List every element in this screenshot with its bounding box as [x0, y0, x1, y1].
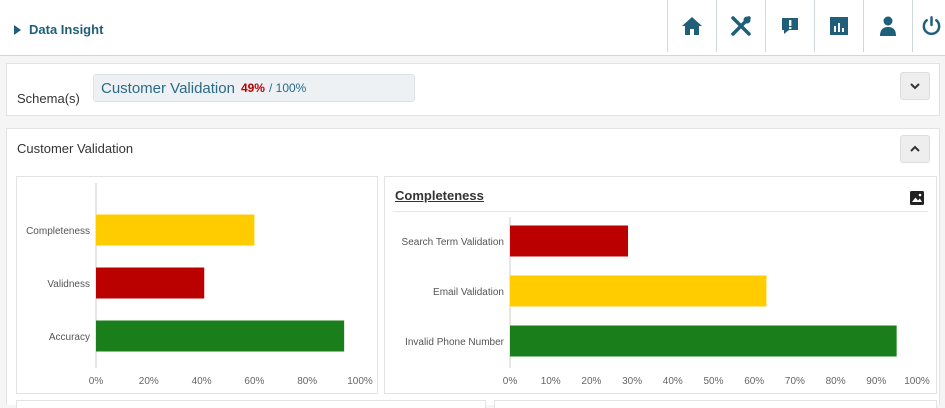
caret-right-icon	[14, 24, 21, 35]
bar	[510, 225, 629, 257]
tick-label: 100%	[347, 376, 373, 387]
category-label: Email Validation	[433, 287, 504, 298]
user-button[interactable]	[863, 0, 912, 52]
tick-label: 20%	[581, 376, 601, 387]
category-label: Completeness	[26, 226, 90, 237]
category-label: Invalid Phone Number	[405, 337, 505, 348]
schema-expand-button[interactable]	[900, 72, 930, 100]
section-collapse-button[interactable]	[900, 135, 930, 163]
chevron-up-icon	[910, 145, 920, 152]
home-button[interactable]	[667, 0, 716, 52]
schema-total: / 100%	[268, 81, 307, 95]
alert-icon	[782, 18, 798, 34]
tick-label: 0%	[503, 376, 518, 387]
schema-label: Schema(s)	[17, 91, 80, 106]
category-label: Search Term Validation	[402, 237, 504, 248]
bar	[510, 275, 767, 307]
tick-label: 60%	[244, 376, 264, 387]
section-title: Customer Validation	[17, 141, 134, 156]
tick-label: 60%	[744, 376, 764, 387]
schema-card: Schema(s) Customer Validation 49% / 100%	[6, 63, 940, 116]
alerts-button[interactable]	[765, 0, 814, 52]
category-label: Accuracy	[49, 332, 90, 343]
bar	[96, 320, 345, 352]
category-label: Validness	[47, 279, 90, 290]
next-panel-left	[16, 400, 486, 408]
tick-label: 20%	[139, 376, 159, 387]
tools-icon	[731, 16, 751, 36]
breadcrumb[interactable]: Data Insight	[14, 22, 103, 37]
tick-label: 100%	[904, 376, 930, 387]
tick-label: 10%	[541, 376, 561, 387]
top-bar: Data Insight	[0, 0, 945, 56]
tick-label: 30%	[622, 376, 642, 387]
home-icon	[682, 17, 702, 35]
completeness-chart-panel: Completeness Search Term Validation Email…	[384, 176, 937, 394]
completeness-bar-chart: Search Term Validation Email Validation In…	[402, 217, 930, 387]
power-button[interactable]	[912, 0, 942, 52]
bar-chart-icon	[830, 17, 848, 35]
schema-score: 49%	[240, 81, 265, 95]
tools-button[interactable]	[716, 0, 765, 52]
tick-label: 50%	[703, 376, 723, 387]
bar	[96, 267, 205, 299]
bar	[96, 214, 255, 246]
tick-label: 40%	[192, 376, 212, 387]
power-icon	[922, 16, 941, 36]
customer-validation-card: Customer Validation Completeness Validnes…	[6, 128, 940, 408]
chevron-down-icon	[910, 83, 920, 90]
tick-label: 0%	[89, 376, 104, 387]
tick-label: 80%	[297, 376, 317, 387]
tick-label: 70%	[785, 376, 805, 387]
summary-bar-chart: Completeness Validness Accuracy 0% 20% 40% 60%…	[26, 183, 373, 387]
user-icon	[880, 16, 896, 36]
tick-label: 80%	[826, 376, 846, 387]
next-panel-right	[494, 400, 937, 408]
tick-label: 90%	[866, 376, 886, 387]
tick-label: 40%	[663, 376, 683, 387]
schema-name: Customer Validation	[101, 79, 235, 97]
breadcrumb-label: Data Insight	[29, 22, 104, 37]
toolbar	[667, 0, 942, 52]
bar	[510, 325, 897, 357]
summary-chart-panel: Completeness Validness Accuracy 0% 20% 40% 60%…	[16, 176, 378, 394]
schema-selector[interactable]: Customer Validation 49% / 100%	[93, 74, 415, 102]
reports-button[interactable]	[814, 0, 863, 52]
